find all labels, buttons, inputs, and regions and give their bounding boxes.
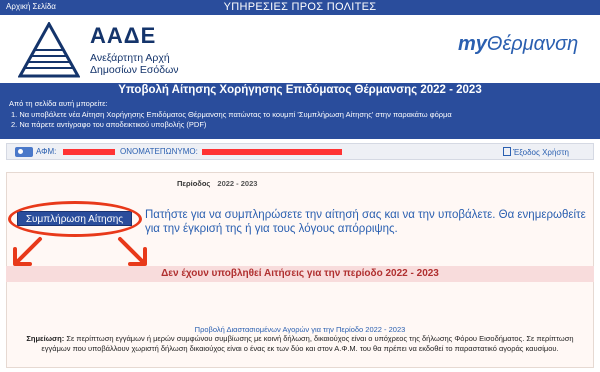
page-title: Υποβολή Αίτησης Χορήγησης Επιδόματος Θέρ…	[0, 83, 600, 98]
app-prefix: my	[458, 33, 487, 55]
brand-header: ΑΑΔΕ Ανεξάρτητη Αρχή Δημοσίων Εσόδων myΘ…	[0, 15, 600, 83]
logout-link[interactable]: Έξοδος Χρήστη	[503, 147, 569, 157]
period-row: Περίοδος 2022 - 2023	[177, 179, 257, 188]
note-label: Σημείωση:	[26, 334, 65, 343]
info-intro: Από τη σελίδα αυτή μπορείτε:	[9, 99, 108, 108]
logout-icon	[503, 147, 511, 156]
org-line1: Ανεξάρτητη Αρχή	[90, 52, 170, 64]
afm-label: ΑΦΜ:	[36, 147, 57, 156]
org-abbreviation: ΑΑΔΕ	[90, 23, 157, 48]
aade-logo-icon	[18, 22, 80, 78]
name-redaction	[202, 149, 342, 155]
annotation-arrow-right	[118, 237, 147, 266]
org-line2: Δημοσίων Εσόδων	[90, 64, 179, 76]
purchases-link[interactable]: Προβολή Διαστασιομένων Αγορών για την Πε…	[0, 325, 600, 334]
highlight-circle	[8, 201, 142, 237]
name-label: ΟΝΟΜΑΤΕΠΩΝΥΜΟ:	[120, 147, 198, 156]
user-bar: ΑΦΜ: ΟΝΟΜΑΤΕΠΩΝΥΜΟ: Έξοδος Χρήστη	[6, 143, 594, 160]
note-body: Σε περίπτωση εγγάμων ή μερών συμφώνου συ…	[41, 334, 574, 353]
top-bar: Αρχική Σελίδα ΥΠΗΡΕΣΙΕΣ ΠΡΟΣ ΠΟΛΙΤΕΣ	[0, 0, 600, 15]
instructions-text: Πατήστε για να συμπληρώσετε την αίτησή σ…	[145, 209, 586, 235]
note-text: Σημείωση: Σε περίπτωση εγγάμων ή μερών σ…	[12, 334, 588, 353]
no-applications-alert: Δεν έχουν υποβληθεί Αιτήσεις για την περ…	[6, 266, 594, 282]
info-item: 2. Να πάρετε αντίγραφο του αποδεικτικού …	[11, 120, 207, 129]
app-logo: myΘέρμανση	[458, 33, 578, 56]
period-label: Περίοδος	[177, 179, 211, 188]
info-item: 1. Να υποβάλετε νέα Αίτηση Χορήγησης Επι…	[11, 109, 452, 119]
afm-redaction	[63, 149, 115, 155]
period-value: 2022 - 2023	[217, 179, 258, 188]
info-panel: Από τη σελίδα αυτή μπορείτε: 1. Να υποβά…	[0, 98, 600, 139]
services-title: ΥΠΗΡΕΣΙΕΣ ΠΡΟΣ ΠΟΛΙΤΕΣ	[223, 1, 377, 13]
app-name: Θέρμανση	[486, 33, 579, 55]
logout-label: Έξοδος Χρήστη	[513, 148, 569, 157]
annotation-arrow-left	[13, 237, 42, 266]
org-fullname: Ανεξάρτητη Αρχή Δημοσίων Εσόδων	[90, 52, 179, 76]
user-icon	[15, 147, 33, 157]
